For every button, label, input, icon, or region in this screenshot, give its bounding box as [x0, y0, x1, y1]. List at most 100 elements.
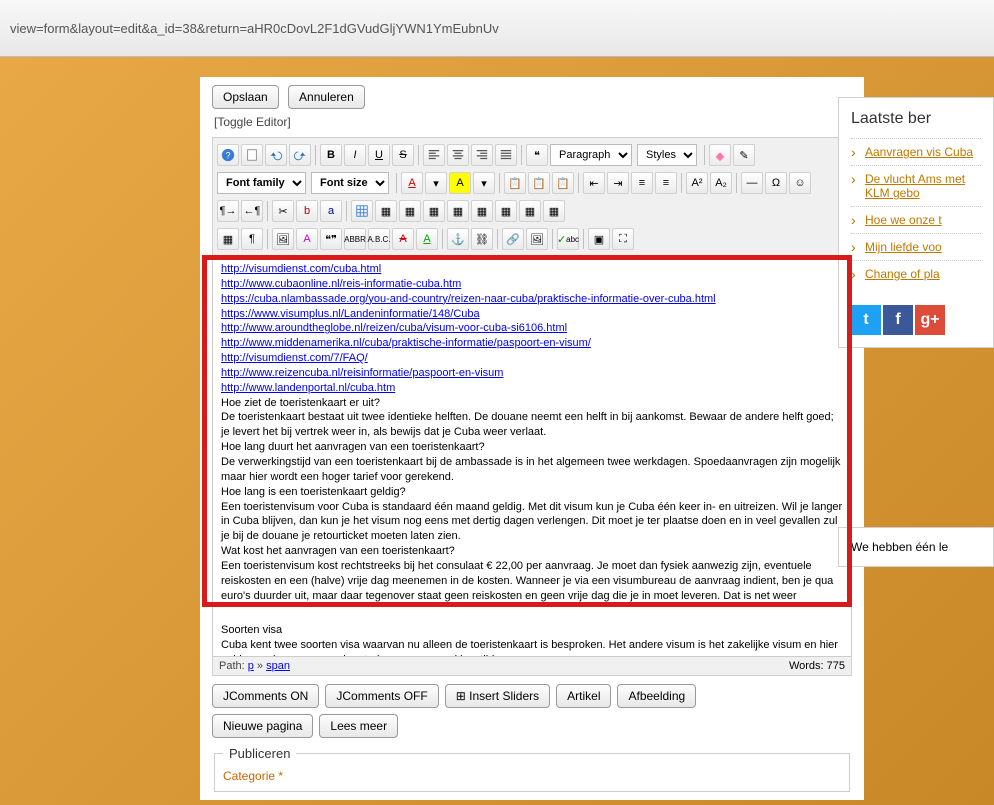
editor-toolbar: ? B I U S ❝ Paragraph Styles: [212, 137, 852, 257]
sidebar-item[interactable]: Change of pla: [851, 260, 981, 287]
grid-icon[interactable]: ▦: [217, 228, 239, 250]
paste-word-icon[interactable]: 📋: [552, 172, 574, 194]
save-button[interactable]: Opslaan: [212, 85, 279, 109]
cut-icon[interactable]: ✂: [272, 200, 294, 222]
path-p[interactable]: p: [248, 660, 254, 672]
broom-icon[interactable]: ✎: [733, 144, 755, 166]
facebook-icon[interactable]: f: [883, 305, 913, 335]
paragraph-select[interactable]: Paragraph: [550, 144, 632, 166]
editor-link[interactable]: http://www.aroundtheglobe.nl/reizen/cuba…: [221, 322, 567, 334]
editor-link[interactable]: http://visumdienst.com/7/FAQ/: [221, 352, 368, 364]
link-icon[interactable]: 🔗: [502, 228, 524, 250]
col-delete-icon[interactable]: ▦: [495, 200, 517, 222]
font-size-select[interactable]: Font size: [311, 172, 389, 194]
forecolor-icon[interactable]: A: [401, 172, 423, 194]
align-center-icon[interactable]: [447, 144, 469, 166]
rtl-icon[interactable]: ←¶: [241, 200, 263, 222]
spellcheck-icon[interactable]: ✓abc: [557, 228, 579, 250]
editor-link[interactable]: https://www.visumplus.nl/Landeninformati…: [221, 308, 480, 320]
sidebar-item[interactable]: De vlucht Ams met KLM gebo: [851, 165, 981, 206]
unlink-icon[interactable]: ⛓: [471, 228, 493, 250]
insert-button[interactable]: JComments ON: [212, 684, 319, 708]
redo-icon[interactable]: [289, 144, 311, 166]
newdoc-icon[interactable]: [241, 144, 263, 166]
paste-icon[interactable]: 📋: [504, 172, 526, 194]
insert-button[interactable]: JComments OFF: [325, 684, 438, 708]
row-after-icon[interactable]: ▦: [399, 200, 421, 222]
emoji-icon[interactable]: ☺: [789, 172, 811, 194]
sidebar-item[interactable]: Aanvragen vis Cuba: [851, 138, 981, 165]
sub-icon[interactable]: A₂: [710, 172, 732, 194]
editor-link[interactable]: http://www.landenportal.nl/cuba.htm: [221, 382, 395, 394]
italic-icon[interactable]: I: [344, 144, 366, 166]
paste-text-icon[interactable]: 📋: [528, 172, 550, 194]
editor-link[interactable]: http://www.reizencuba.nl/reisinformatie/…: [221, 367, 503, 379]
bold-icon[interactable]: B: [320, 144, 342, 166]
media-icon[interactable]: 🖼: [526, 228, 548, 250]
eraser-icon[interactable]: [709, 144, 731, 166]
align-justify-icon[interactable]: [495, 144, 517, 166]
backcolor-icon[interactable]: A: [449, 172, 471, 194]
editor-text-line: Hoe lang duurt het aanvragen van een toe…: [221, 440, 843, 455]
sidebar-item[interactable]: Hoe we onze t: [851, 206, 981, 233]
char-icon[interactable]: Ω: [765, 172, 787, 194]
split-icon[interactable]: ▦: [543, 200, 565, 222]
editor-link[interactable]: http://www.middenamerika.nl/cuba/praktis…: [221, 337, 591, 349]
text-color-icon[interactable]: A: [296, 228, 318, 250]
undo-icon[interactable]: [265, 144, 287, 166]
insert-button[interactable]: ⊞ Insert Sliders: [445, 684, 550, 708]
font-family-select[interactable]: Font family: [217, 172, 306, 194]
backcolor-picker-icon[interactable]: ▾: [473, 172, 495, 194]
show-blocks-icon[interactable]: ¶: [241, 228, 263, 250]
anchor-icon[interactable]: ⚓: [447, 228, 469, 250]
address-bar[interactable]: view=form&layout=edit&a_id=38&return=aHR…: [0, 0, 994, 57]
sup-icon[interactable]: A²: [686, 172, 708, 194]
editor-link[interactable]: http://www.cubaonline.nl/reis-informatie…: [221, 278, 461, 290]
case-icon[interactable]: a: [320, 200, 342, 222]
image-icon[interactable]: 🖼: [272, 228, 294, 250]
ins-icon[interactable]: A: [416, 228, 438, 250]
table-icon[interactable]: [351, 200, 373, 222]
del-icon[interactable]: A: [392, 228, 414, 250]
quote2-icon[interactable]: ❝❞: [320, 228, 342, 250]
col-before-icon[interactable]: ▦: [447, 200, 469, 222]
insert-button[interactable]: Afbeelding: [617, 684, 696, 708]
merge-icon[interactable]: ▦: [519, 200, 541, 222]
indent-icon[interactable]: ⇥: [607, 172, 629, 194]
row-before-icon[interactable]: ▦: [375, 200, 397, 222]
styles-select[interactable]: Styles: [637, 144, 697, 166]
abbr-icon[interactable]: ABBR: [344, 228, 366, 250]
underline-icon[interactable]: U: [368, 144, 390, 166]
layer-icon[interactable]: ▣: [588, 228, 610, 250]
fullscreen-icon[interactable]: ⛶: [612, 228, 634, 250]
quote-icon[interactable]: ❝: [526, 144, 548, 166]
category-label: Categorie *: [223, 769, 841, 783]
replace-icon[interactable]: b: [296, 200, 318, 222]
row-delete-icon[interactable]: ▦: [423, 200, 445, 222]
ol-icon[interactable]: ≡: [655, 172, 677, 194]
sidebar-item[interactable]: Mijn liefde voo: [851, 233, 981, 260]
cancel-button[interactable]: Annuleren: [288, 85, 365, 109]
insert-button[interactable]: Artikel: [556, 684, 611, 708]
toggle-editor-link[interactable]: [Toggle Editor]: [214, 115, 850, 129]
acr-icon[interactable]: A.B.C.: [368, 228, 390, 250]
align-right-icon[interactable]: [471, 144, 493, 166]
editor-link[interactable]: https://cuba.nlambassade.org/you-and-cou…: [221, 293, 716, 305]
insert-button[interactable]: Lees meer: [319, 714, 398, 738]
twitter-icon[interactable]: t: [851, 305, 881, 335]
col-after-icon[interactable]: ▦: [471, 200, 493, 222]
googleplus-icon[interactable]: g+: [915, 305, 945, 335]
align-left-icon[interactable]: [423, 144, 445, 166]
editor-link[interactable]: http://visumdienst.com/cuba.html: [221, 263, 381, 275]
editor-text-line: De verwerkingstijd van een toeristenkaar…: [221, 455, 843, 485]
ltr-icon[interactable]: ¶→: [217, 200, 239, 222]
editor-content[interactable]: http://visumdienst.com/cuba.html http://w…: [212, 257, 852, 657]
help-icon[interactable]: ?: [217, 144, 239, 166]
path-span[interactable]: span: [266, 660, 290, 672]
strike-icon[interactable]: S: [392, 144, 414, 166]
hr-icon[interactable]: —: [741, 172, 763, 194]
ul-icon[interactable]: ≡: [631, 172, 653, 194]
forecolor-picker-icon[interactable]: ▾: [425, 172, 447, 194]
insert-button[interactable]: Nieuwe pagina: [212, 714, 313, 738]
outdent-icon[interactable]: ⇤: [583, 172, 605, 194]
